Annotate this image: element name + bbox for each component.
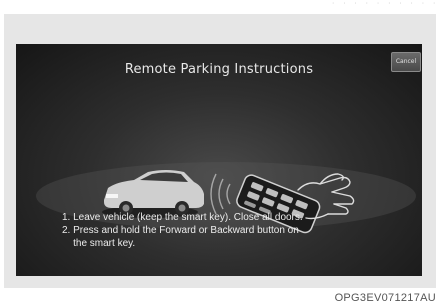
cancel-button[interactable]: Cancel [391,52,421,72]
instruction-line: the smart key. [62,238,136,249]
instructions-text: 1. Leave vehicle (keep the smart key). C… [62,211,402,250]
screen-title: Remote Parking Instructions [124,62,314,77]
top-edge-marks: · · · · · · · · · · [331,0,438,7]
instruction-line: 2. Press and hold the Forward or Backwar… [62,225,299,236]
infotainment-screen: Remote Parking Instructions Cancel 1. Le… [16,44,422,276]
instruction-line: 1. Leave vehicle (keep the smart key). C… [62,212,303,223]
figure-code: OPG3EV071217AU [334,292,436,304]
